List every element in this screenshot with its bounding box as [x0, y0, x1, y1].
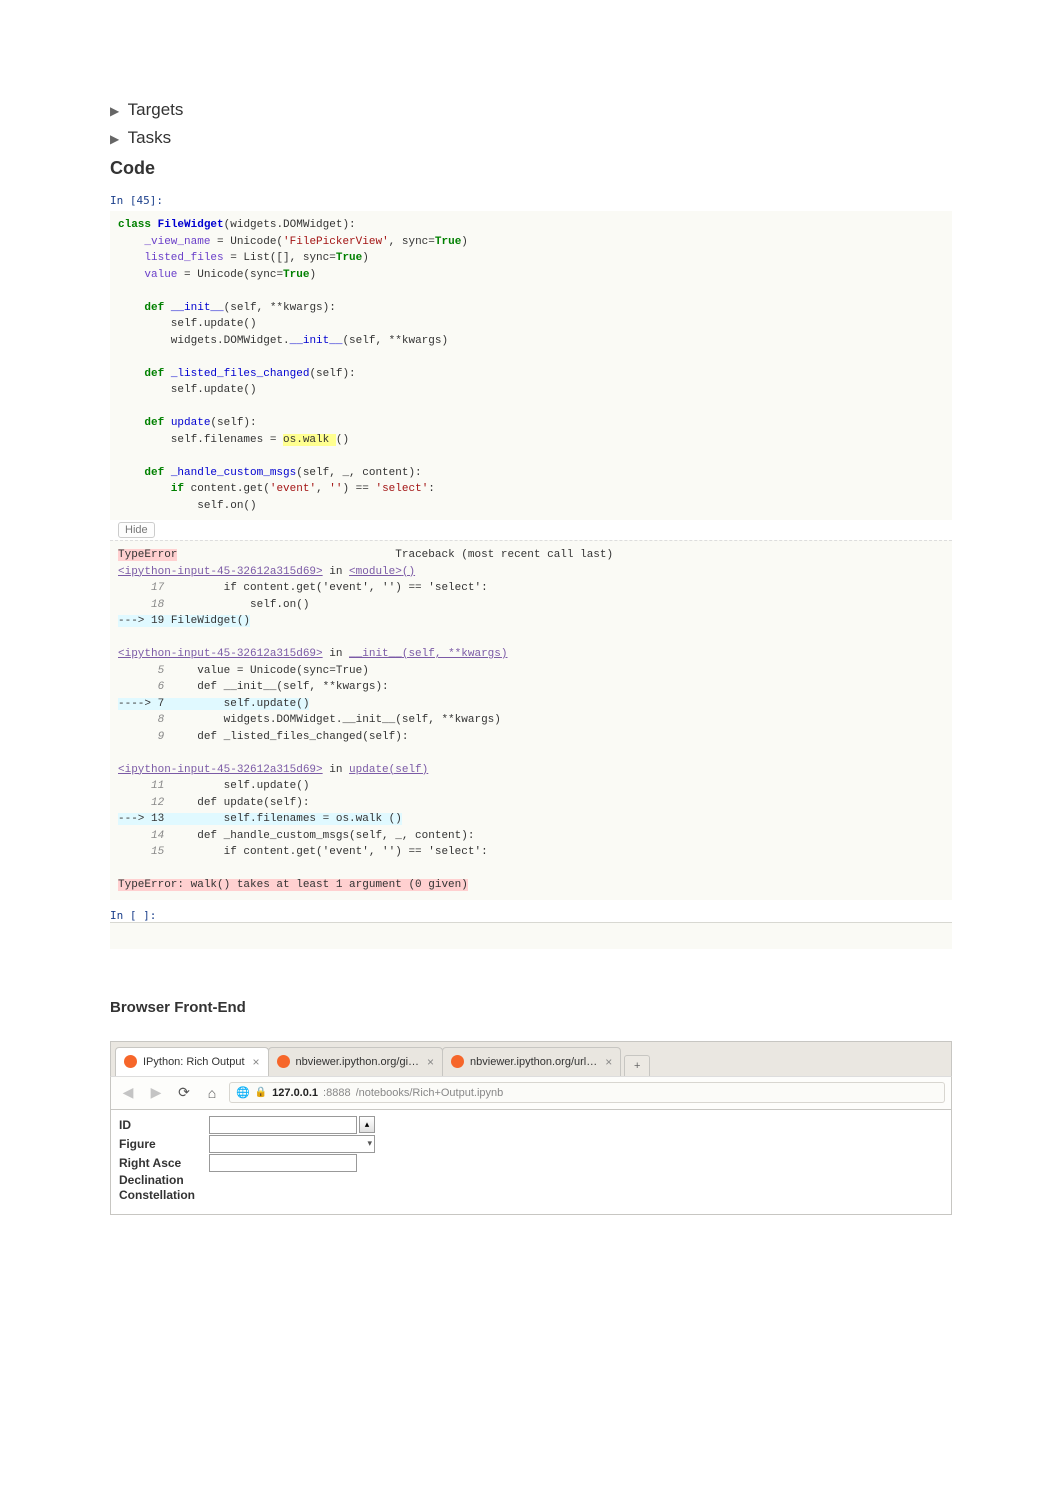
tab-title: nbviewer.ipython.org/gi…: [296, 1056, 420, 1068]
browser-page-body: ID ▴ Figure ▾ Right Asce Declination Con…: [110, 1110, 952, 1215]
code-heading: Code: [110, 158, 952, 179]
lock-icon: 🔒: [255, 1087, 267, 1098]
reload-button[interactable]: ⟳: [173, 1082, 195, 1104]
ipython-favicon-icon: [124, 1055, 137, 1068]
new-tab-button[interactable]: +: [624, 1055, 650, 1076]
home-button[interactable]: ⌂: [201, 1082, 223, 1104]
figure-select[interactable]: ▾: [209, 1135, 375, 1153]
close-icon[interactable]: ×: [605, 1055, 612, 1069]
prompt-label: In [45]:: [110, 194, 163, 207]
forward-button[interactable]: ▶: [145, 1082, 167, 1104]
globe-icon: 🌐: [236, 1086, 250, 1099]
section-targets-toggle[interactable]: ▶ Targets: [110, 100, 952, 120]
constellation-label: Constellation: [119, 1188, 943, 1202]
right-ascension-input[interactable]: [209, 1154, 357, 1172]
browser-heading: Browser Front-End: [110, 999, 952, 1016]
lookup-button[interactable]: ▴: [359, 1116, 375, 1133]
hide-button[interactable]: Hide: [118, 522, 155, 538]
id-label: ID: [119, 1118, 209, 1132]
tab-title: IPython: Rich Output: [143, 1056, 245, 1068]
url-host: 127.0.0.1: [272, 1087, 318, 1099]
id-input[interactable]: [209, 1116, 357, 1134]
code-cell[interactable]: class FileWidget(widgets.DOMWidget): _vi…: [110, 211, 952, 520]
traceback-output: TypeError Traceback (most recent call la…: [110, 540, 952, 900]
tab-title: nbviewer.ipython.org/url…: [470, 1056, 597, 1068]
prompt-label-empty: In [ ]:: [110, 909, 156, 922]
figure-label: Figure: [119, 1137, 209, 1151]
section-targets-label: Targets: [128, 100, 184, 119]
right-ascension-label: Right Asce: [119, 1156, 209, 1170]
url-bar[interactable]: 🌐 🔒 127.0.0.1 :8888/notebooks/Rich+Output…: [229, 1082, 945, 1103]
browser-tab[interactable]: nbviewer.ipython.org/gi… ×: [268, 1047, 444, 1076]
ipython-favicon-icon: [451, 1055, 464, 1068]
chevron-right-icon: ▶: [110, 104, 119, 118]
url-port: :8888: [323, 1087, 351, 1099]
section-tasks-toggle[interactable]: ▶ Tasks: [110, 128, 952, 148]
browser-tabbar: IPython: Rich Output × nbviewer.ipython.…: [110, 1041, 952, 1076]
section-tasks-label: Tasks: [128, 128, 171, 147]
chevron-right-icon: ▶: [110, 132, 119, 146]
browser-tab[interactable]: nbviewer.ipython.org/url… ×: [442, 1047, 621, 1076]
empty-code-cell[interactable]: [110, 922, 952, 949]
ipython-favicon-icon: [277, 1055, 290, 1068]
browser-tab[interactable]: IPython: Rich Output ×: [115, 1047, 269, 1076]
declination-label: Declination: [119, 1173, 943, 1187]
back-button[interactable]: ◀: [117, 1082, 139, 1104]
close-icon[interactable]: ×: [427, 1055, 434, 1069]
browser-navbar: ◀ ▶ ⟳ ⌂ 🌐 🔒 127.0.0.1 :8888/notebooks/Ric…: [110, 1076, 952, 1110]
url-path: /notebooks/Rich+Output.ipynb: [356, 1087, 504, 1099]
close-icon[interactable]: ×: [253, 1055, 260, 1069]
